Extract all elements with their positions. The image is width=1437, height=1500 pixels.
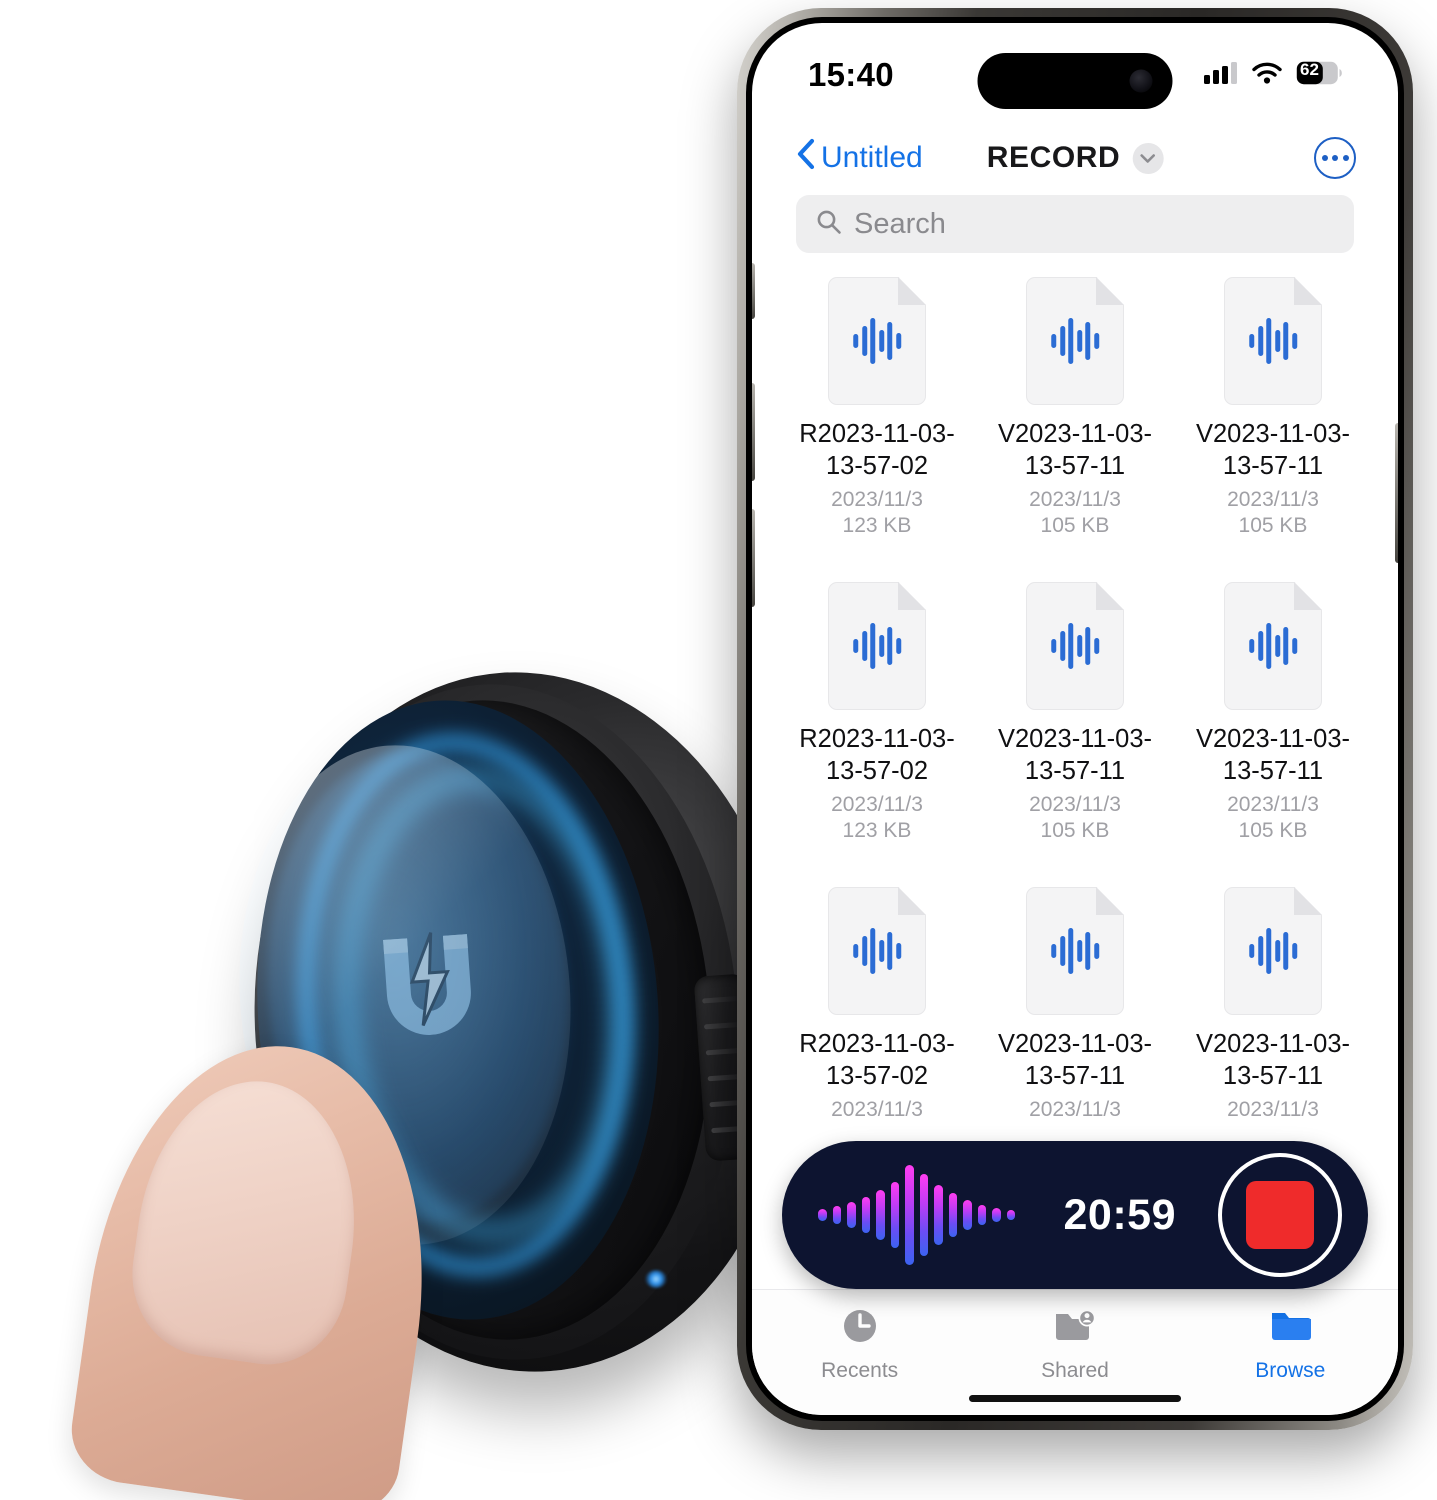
file-name: V2023-11-03-13-57-11 bbox=[997, 725, 1153, 785]
file-size: 123 KB bbox=[842, 513, 912, 537]
file-name: R2023-11-03-13-57-02 bbox=[799, 1030, 955, 1090]
status-indicators: 62 bbox=[1204, 59, 1342, 90]
tab-shared[interactable]: Shared bbox=[967, 1306, 1182, 1383]
audio-waveform-file-icon bbox=[1224, 887, 1322, 1015]
cellular-signal-icon bbox=[1204, 61, 1238, 90]
file-date: 2023/11/3 bbox=[1029, 792, 1121, 816]
product-photo bbox=[0, 0, 819, 1500]
file-name: V2023-11-03-13-57-11 bbox=[1195, 420, 1351, 480]
more-ellipsis-icon[interactable] bbox=[1314, 137, 1356, 179]
file-date: 2023/11/3 bbox=[1227, 1097, 1319, 1121]
tab-label: Recents bbox=[821, 1359, 899, 1382]
tab-label: Browse bbox=[1255, 1359, 1326, 1382]
recording-bar: 20:59 bbox=[782, 1141, 1368, 1289]
file-date: 2023/11/3 bbox=[831, 487, 923, 511]
action-button[interactable] bbox=[752, 263, 755, 319]
tab-browse[interactable]: Browse bbox=[1183, 1306, 1398, 1383]
back-button[interactable]: Untitled bbox=[796, 138, 923, 178]
thumbnail bbox=[121, 1067, 374, 1375]
page-title: RECORD bbox=[986, 141, 1121, 174]
file-size: 105 KB bbox=[1238, 513, 1308, 537]
battery-percent: 62 bbox=[1300, 59, 1319, 79]
audio-waveform-file-icon bbox=[828, 582, 926, 710]
recording-elapsed-time: 20:59 bbox=[1063, 1190, 1176, 1239]
file-name: V2023-11-03-13-57-11 bbox=[1195, 1030, 1351, 1090]
dynamic-island bbox=[977, 53, 1173, 109]
product-marketing-image: 15:40 62 Untitled RECORD Search R2023-11… bbox=[0, 0, 1437, 1500]
file-name: V2023-11-03-13-57-11 bbox=[997, 1030, 1153, 1090]
back-button-label: Untitled bbox=[821, 141, 923, 174]
clock-icon bbox=[840, 1306, 880, 1351]
file-date: 2023/11/3 bbox=[1227, 487, 1319, 511]
audio-waveform-file-icon bbox=[828, 887, 926, 1015]
search-bar[interactable]: Search bbox=[796, 195, 1354, 253]
navigation-bar: Untitled RECORD bbox=[752, 127, 1398, 189]
file-date: 2023/11/3 bbox=[1227, 792, 1319, 816]
blue-led-indicator bbox=[645, 1270, 667, 1288]
shared-folder-icon bbox=[1053, 1306, 1097, 1351]
audio-waveform-file-icon bbox=[1224, 582, 1322, 710]
magnet-bolt-icon bbox=[364, 921, 491, 1039]
audio-waveform-file-icon bbox=[828, 277, 926, 405]
folder-icon bbox=[1268, 1306, 1312, 1351]
audio-waveform-file-icon bbox=[1026, 887, 1124, 1015]
search-placeholder: Search bbox=[854, 207, 946, 240]
volume-up-button[interactable] bbox=[752, 383, 755, 481]
file-size: 105 KB bbox=[1040, 513, 1110, 537]
search-icon bbox=[816, 209, 842, 240]
battery-icon: 62 bbox=[1296, 59, 1342, 90]
volume-down-button[interactable] bbox=[752, 509, 755, 607]
audio-waveform-icon bbox=[818, 1161, 1015, 1269]
file-name: V2023-11-03-13-57-11 bbox=[997, 420, 1153, 480]
file-name: R2023-11-03-13-57-02 bbox=[799, 725, 955, 785]
status-time: 15:40 bbox=[808, 56, 894, 93]
front-camera-icon bbox=[1129, 69, 1153, 93]
audio-waveform-file-icon bbox=[1026, 582, 1124, 710]
file-item[interactable]: V2023-11-03-13-57-11 2023/11/3 105 KB bbox=[978, 576, 1172, 881]
tab-bar: Recents Shared Browse bbox=[752, 1289, 1398, 1415]
file-date: 2023/11/3 bbox=[1029, 1097, 1121, 1121]
file-item[interactable]: V2023-11-03-13-57-11 2023/11/3 105 KB bbox=[1176, 271, 1370, 576]
chevron-left-icon bbox=[796, 138, 815, 178]
folder-title-group[interactable]: RECORD bbox=[987, 141, 1164, 175]
file-item[interactable]: V2023-11-03-13-57-11 2023/11/3 105 KB bbox=[1176, 576, 1370, 881]
audio-waveform-file-icon bbox=[1026, 277, 1124, 405]
stop-record-button[interactable] bbox=[1218, 1153, 1342, 1277]
chevron-down-icon[interactable] bbox=[1132, 142, 1164, 174]
file-date: 2023/11/3 bbox=[831, 1097, 923, 1121]
file-date: 2023/11/3 bbox=[831, 792, 923, 816]
file-name: R2023-11-03-13-57-02 bbox=[799, 420, 955, 480]
audio-waveform-file-icon bbox=[1224, 277, 1322, 405]
power-button[interactable] bbox=[1395, 423, 1398, 563]
file-size: 123 KB bbox=[842, 818, 912, 842]
tab-label: Shared bbox=[1041, 1359, 1109, 1382]
file-name: V2023-11-03-13-57-11 bbox=[1195, 725, 1351, 785]
file-size: 105 KB bbox=[1238, 818, 1308, 842]
phone-screen: 15:40 62 Untitled RECORD Search R2023-11… bbox=[752, 23, 1398, 1415]
wifi-icon bbox=[1251, 61, 1283, 90]
search-input[interactable]: Search bbox=[796, 195, 1354, 253]
file-grid: R2023-11-03-13-57-02 2023/11/3 123 KB V2… bbox=[780, 271, 1370, 1245]
phone-bezel: 15:40 62 Untitled RECORD Search R2023-11… bbox=[746, 17, 1404, 1421]
file-size: 105 KB bbox=[1040, 818, 1110, 842]
file-item[interactable]: R2023-11-03-13-57-02 2023/11/3 123 KB bbox=[780, 576, 974, 881]
file-item[interactable]: V2023-11-03-13-57-11 2023/11/3 105 KB bbox=[978, 271, 1172, 576]
file-date: 2023/11/3 bbox=[1029, 487, 1121, 511]
iphone-mockup: 15:40 62 Untitled RECORD Search R2023-11… bbox=[737, 8, 1413, 1430]
home-indicator[interactable] bbox=[969, 1395, 1181, 1402]
file-item[interactable]: R2023-11-03-13-57-02 2023/11/3 123 KB bbox=[780, 271, 974, 576]
tab-recents[interactable]: Recents bbox=[752, 1306, 967, 1383]
stop-record-icon bbox=[1246, 1181, 1314, 1249]
